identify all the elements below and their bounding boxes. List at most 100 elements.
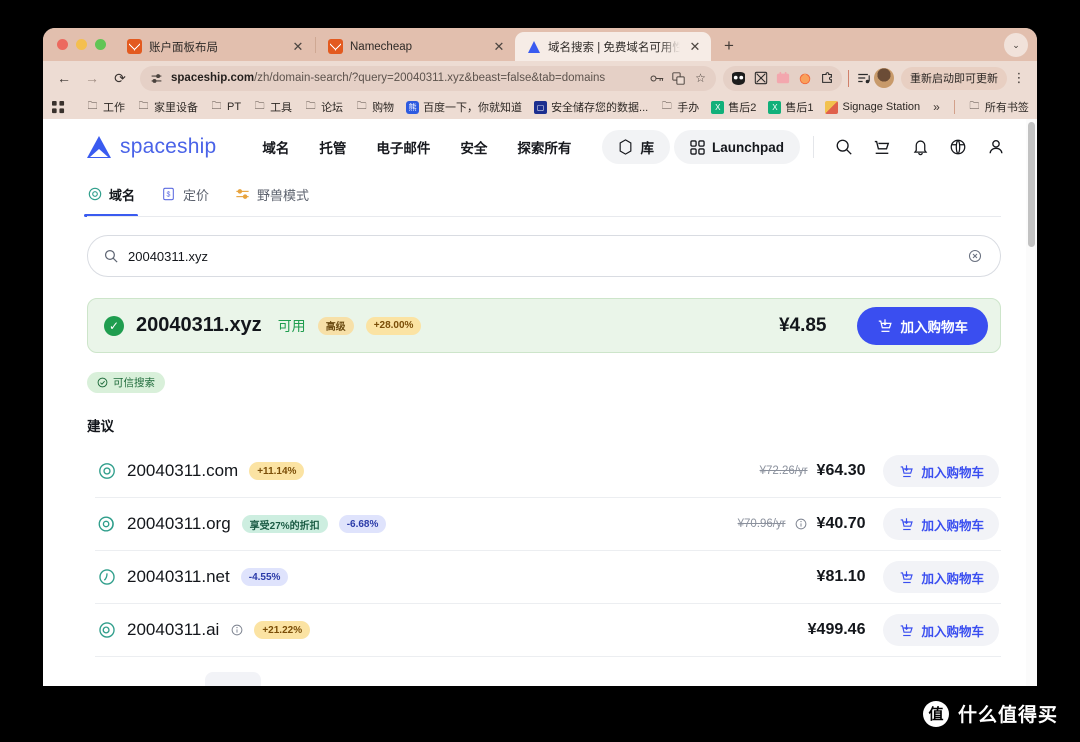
close-icon[interactable]: ✕: [491, 39, 507, 55]
table-row[interactable]: 20040311.net -4.55% ¥81.10 加入购物车: [95, 551, 1001, 604]
launchpad-label: Launchpad: [712, 140, 784, 155]
user-icon[interactable]: [979, 130, 1013, 164]
tld-org-icon: [97, 515, 116, 534]
browser-tab-2[interactable]: Namecheap ✕: [317, 32, 515, 61]
tab-label: 野兽模式: [257, 185, 309, 204]
suggestion-domain: 20040311.org: [127, 514, 231, 534]
table-row[interactable]: 20040311.ai +21.22% ¥499.46 加入购物车: [95, 604, 1001, 657]
folder-icon: 🗀: [210, 101, 223, 114]
discount-badge: -6.68%: [339, 515, 387, 533]
close-icon[interactable]: ✕: [687, 39, 703, 55]
url-text: spaceship.com/zh/domain-search/?query=20…: [171, 72, 641, 84]
cart-add-icon: [898, 569, 914, 585]
brand-logo[interactable]: spaceship: [87, 135, 216, 159]
availability-label: 可用: [278, 316, 306, 336]
folder-icon: 🗀: [137, 101, 150, 114]
orange-drop-icon[interactable]: [796, 70, 813, 87]
nav-item-security[interactable]: 安全: [460, 137, 487, 157]
add-to-cart-button[interactable]: 加入购物车: [883, 455, 999, 487]
tab-beast-mode[interactable]: 野兽模式: [235, 175, 309, 213]
tab-domains[interactable]: 域名: [87, 175, 135, 213]
bookmark-item[interactable]: 🗀工具: [248, 97, 297, 117]
price: ¥64.30: [817, 462, 866, 480]
add-to-cart-label: 加入购物车: [901, 316, 969, 336]
spaceship-icon: [87, 136, 111, 158]
close-window-button[interactable]: [57, 39, 68, 50]
password-key-icon[interactable]: [648, 70, 665, 87]
minimize-window-button[interactable]: [76, 39, 87, 50]
red-box-icon[interactable]: [774, 70, 791, 87]
nav-item-hosting[interactable]: 托管: [319, 137, 346, 157]
info-icon[interactable]: [230, 624, 243, 637]
bookmark-item[interactable]: 熊百度一下，你就知道: [401, 97, 527, 117]
site-navigation: 域名 托管 电子邮件 安全 探索所有: [262, 137, 571, 157]
bookmark-item[interactable]: 🗀PT: [205, 99, 246, 116]
forward-arrow-icon[interactable]: →: [79, 65, 105, 91]
library-button[interactable]: 库: [602, 130, 670, 164]
nav-item-explore-all[interactable]: 探索所有: [517, 137, 571, 157]
old-price-unit: /yr: [773, 518, 786, 530]
raccoon-icon[interactable]: [730, 70, 747, 87]
back-arrow-icon[interactable]: ←: [51, 65, 77, 91]
new-tab-button[interactable]: +: [715, 32, 743, 60]
suggestions-title: 建议: [43, 393, 1037, 435]
browser-tab-3[interactable]: 域名搜索 | 免费域名可用性工具 ✕: [515, 32, 711, 61]
bookmark-item[interactable]: Signage Station: [820, 99, 925, 116]
scissors-icon[interactable]: [752, 70, 769, 87]
add-to-cart-button[interactable]: 加入购物车: [883, 561, 999, 593]
info-icon[interactable]: [795, 518, 808, 531]
add-to-cart-label: 加入购物车: [921, 462, 984, 481]
tld-net-icon: [97, 568, 116, 587]
bookmark-item[interactable]: X售后1: [763, 97, 818, 117]
all-bookmarks-button[interactable]: 🗀所有书签: [963, 97, 1034, 117]
search-input[interactable]: 20040311.xyz: [128, 249, 957, 264]
cart-add-icon: [898, 463, 914, 479]
close-icon[interactable]: ✕: [290, 39, 306, 55]
add-to-cart-button[interactable]: 加入购物车: [883, 508, 999, 540]
add-to-cart-button[interactable]: 加入购物车: [883, 614, 999, 646]
tab-pricing[interactable]: $ 定价: [161, 175, 209, 213]
nav-item-email[interactable]: 电子邮件: [376, 137, 430, 157]
search-icon[interactable]: [827, 130, 861, 164]
profile-avatar[interactable]: [874, 68, 894, 88]
launchpad-button[interactable]: Launchpad: [674, 130, 800, 164]
bookmark-item[interactable]: X售后2: [706, 97, 761, 117]
translate-icon[interactable]: [670, 70, 687, 87]
reload-icon[interactable]: ⟳: [107, 65, 133, 91]
globe-icon[interactable]: [941, 130, 975, 164]
bookmark-item[interactable]: 🗀家里设备: [132, 97, 203, 117]
exact-match-price: ¥4.85: [779, 315, 827, 337]
bell-icon[interactable]: [903, 130, 937, 164]
puzzle-icon[interactable]: [818, 70, 835, 87]
old-price-unit: /yr: [795, 465, 808, 477]
apps-grid-icon[interactable]: [52, 97, 65, 117]
bookmark-star-icon[interactable]: ☆: [692, 70, 709, 87]
overflow-chevrons-icon[interactable]: »: [927, 98, 946, 116]
bookmark-item[interactable]: 🗀论坛: [299, 97, 348, 117]
downloads-icon[interactable]: [855, 70, 872, 87]
tune-icon[interactable]: [149, 71, 164, 86]
browser-window: 账户面板布局 ✕ Namecheap ✕ 域名搜索 | 免费域名可用性工具 ✕ …: [43, 28, 1037, 686]
bookmark-item[interactable]: 🗀购物: [350, 97, 399, 117]
beast-mode-icon: [235, 187, 250, 202]
bookmark-label: 百度一下，你就知道: [423, 99, 522, 115]
bookmark-item[interactable]: 🗀工作: [81, 97, 130, 117]
header-actions: 库 Launchpad: [602, 130, 1013, 164]
update-button[interactable]: 重新启动即可更新: [901, 67, 1007, 90]
browser-tab-1[interactable]: 账户面板布局 ✕: [116, 32, 314, 61]
bookmark-item[interactable]: 🗀手办: [655, 97, 704, 117]
discount-badge: 享受27%的折扣: [242, 515, 328, 533]
bookmark-item[interactable]: ▢安全储存您的数据...: [529, 97, 653, 117]
cart-icon[interactable]: [865, 130, 899, 164]
table-row[interactable]: 20040311.org 享受27%的折扣 -6.68% ¥70.96/yr ¥…: [95, 498, 1001, 551]
maximize-window-button[interactable]: [95, 39, 106, 50]
domain-search-box[interactable]: 20040311.xyz: [87, 235, 1001, 277]
clear-circle-icon[interactable]: [967, 249, 982, 264]
nav-item-domains[interactable]: 域名: [262, 137, 289, 157]
table-row[interactable]: 20040311.com +11.14% ¥72.26/yr ¥64.30 加入…: [95, 445, 1001, 498]
price-tag-icon: $: [161, 187, 176, 202]
add-to-cart-button[interactable]: 加入购物车: [857, 307, 989, 345]
chevron-down-icon[interactable]: ⌄: [1004, 33, 1028, 57]
kebab-menu-icon[interactable]: ⋮: [1009, 67, 1029, 90]
address-bar[interactable]: spaceship.com/zh/domain-search/?query=20…: [140, 66, 716, 91]
